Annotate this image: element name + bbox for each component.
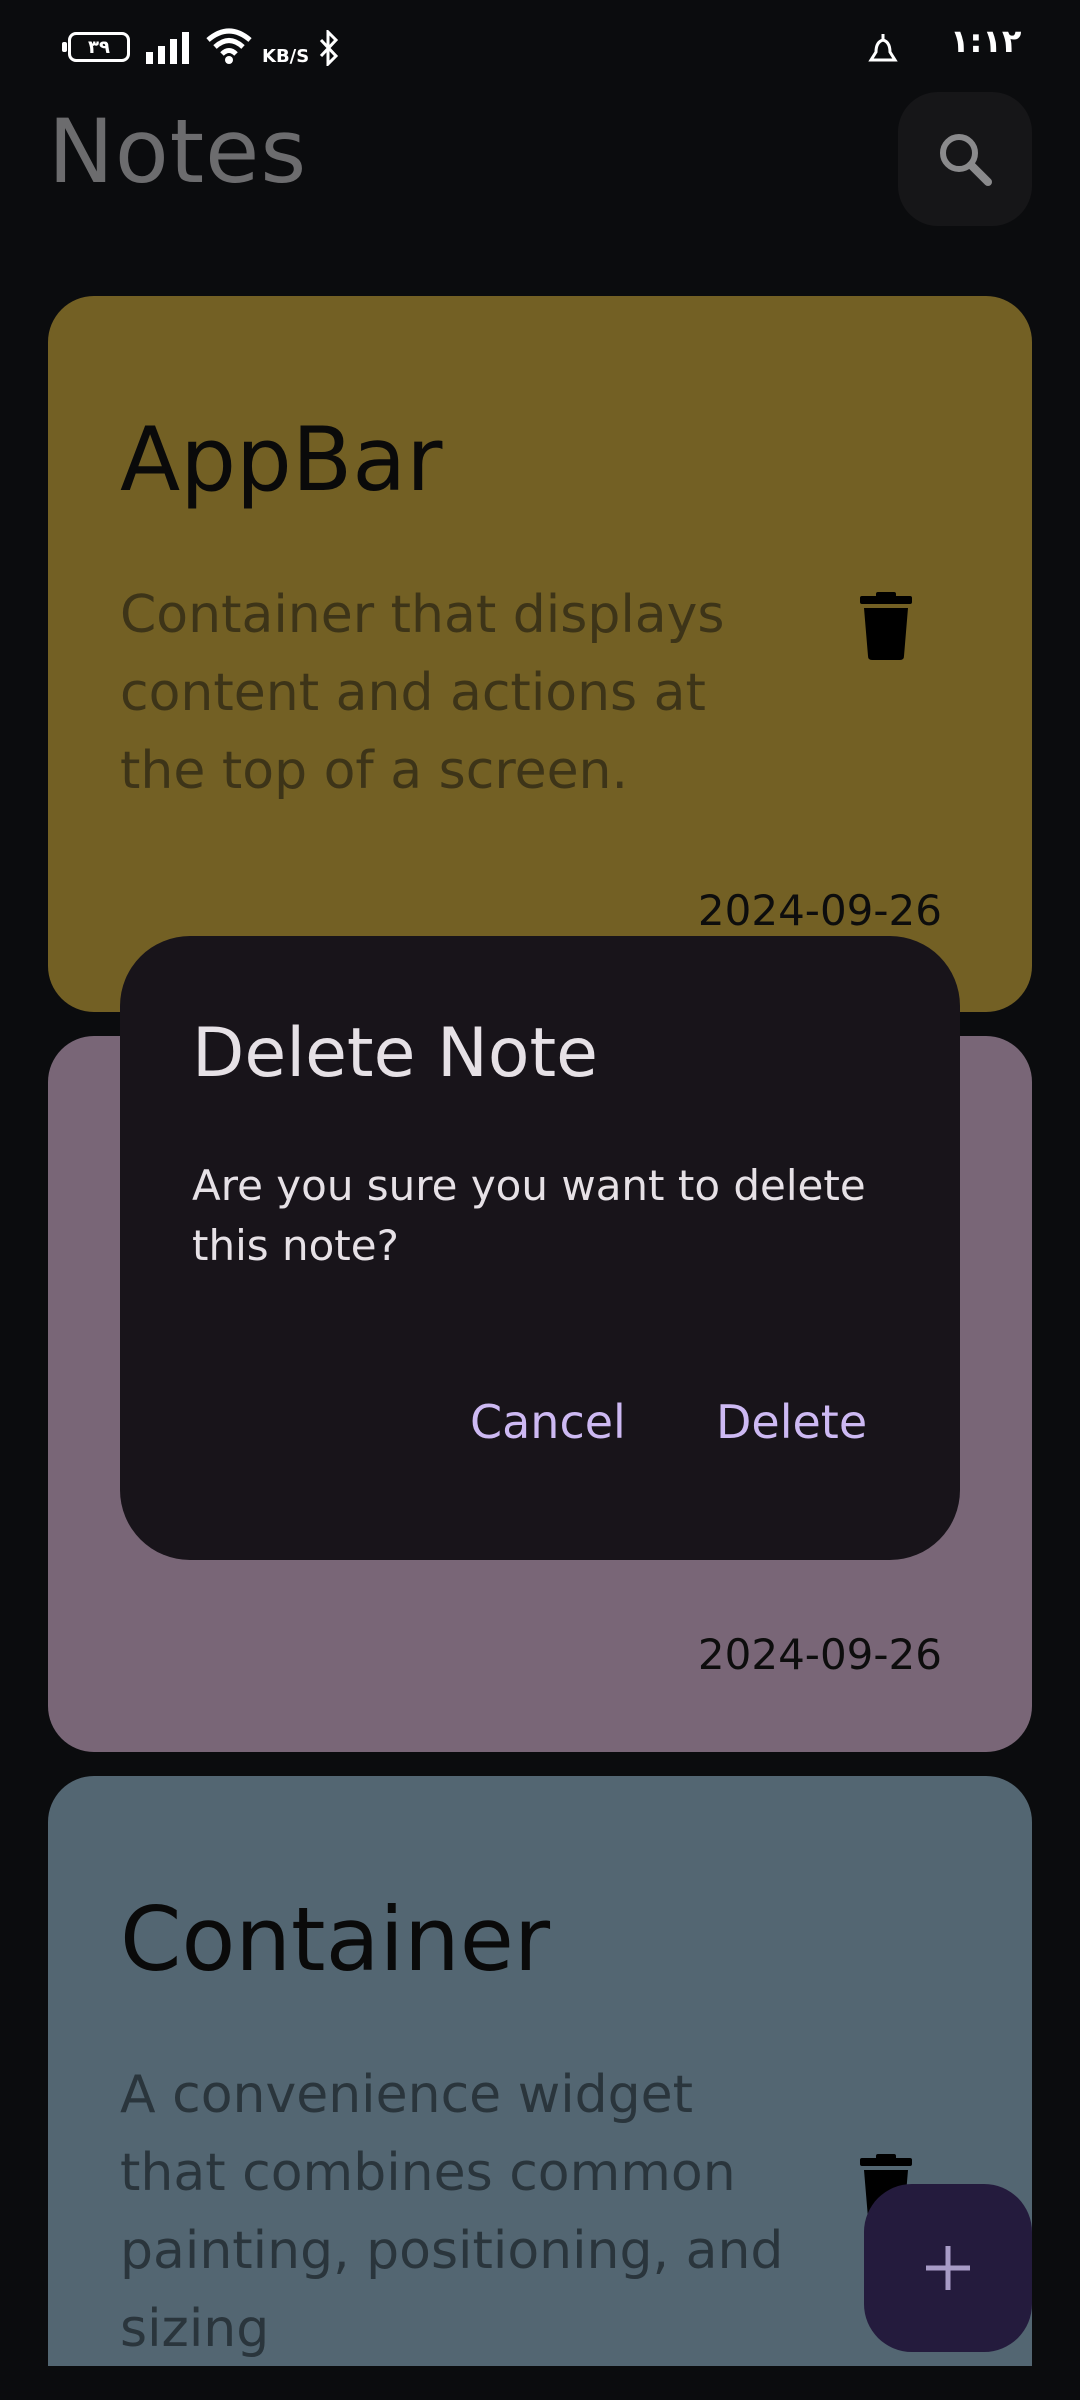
note-title: Container xyxy=(120,1888,551,1991)
note-body: Container that displays content and acti… xyxy=(120,585,725,801)
page-title: Notes xyxy=(48,100,308,203)
delete-icon[interactable] xyxy=(860,592,912,660)
battery-level: ۳۹ xyxy=(88,36,110,58)
search-button[interactable] xyxy=(898,92,1032,226)
search-icon xyxy=(940,134,992,186)
battery-icon: ۳۹ xyxy=(62,32,130,62)
note-date: 2024-09-26 xyxy=(697,886,942,935)
network-speed-unit: KB/S xyxy=(262,46,310,67)
note-body: A convenience widget that combines commo… xyxy=(120,2065,784,2359)
note-date: 2024-09-26 xyxy=(697,1630,942,1679)
dialog-title: Delete Note xyxy=(192,1014,599,1093)
cancel-button[interactable]: Cancel xyxy=(460,1382,636,1462)
navigation-bar xyxy=(0,2366,1080,2400)
note-title: AppBar xyxy=(120,408,443,511)
bluetooth-icon xyxy=(319,30,339,66)
add-note-button[interactable] xyxy=(864,2184,1032,2352)
plus-icon xyxy=(926,2246,970,2290)
clock: ۱:۱۲ xyxy=(950,22,1022,60)
alarm-icon xyxy=(868,34,898,62)
wifi-icon xyxy=(206,28,252,64)
signal-icon xyxy=(146,32,189,64)
note-card[interactable]: AppBar Container that displays content a… xyxy=(48,296,1032,1012)
delete-button[interactable]: Delete xyxy=(706,1382,877,1462)
status-bar: ۳۹ KB/S ۱:۱۲ xyxy=(0,0,1080,96)
delete-note-dialog: Delete Note Are you sure you want to del… xyxy=(120,936,960,1560)
dialog-message: Are you sure you want to delete this not… xyxy=(192,1161,866,1270)
